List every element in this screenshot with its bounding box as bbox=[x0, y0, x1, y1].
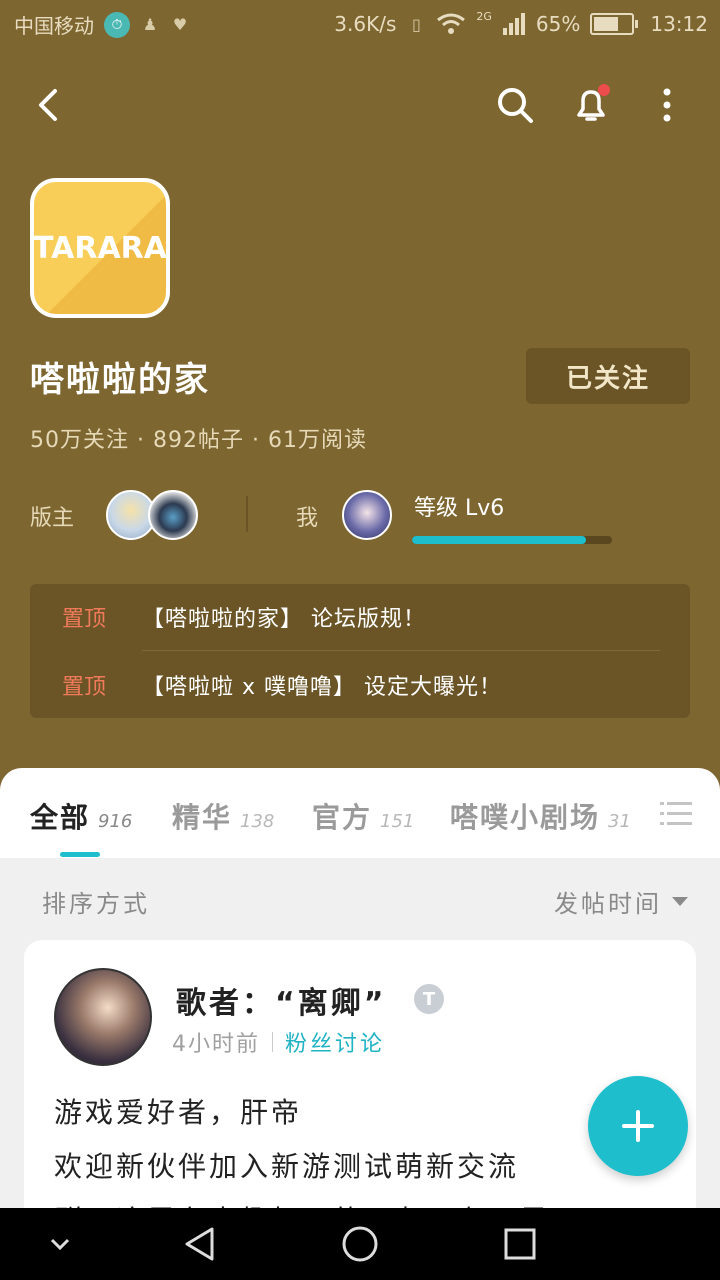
chevron-down-icon bbox=[50, 1238, 70, 1250]
back-button[interactable] bbox=[24, 80, 74, 130]
net-speed: 3.6K/s bbox=[334, 12, 397, 36]
status-bar: 中国移动 ⏱ ♟ ♥ 3.6K/s ▯ 2G 65% 13:12 bbox=[0, 0, 720, 50]
post-meta: 4小时前 粉丝讨论 bbox=[172, 1026, 385, 1058]
timer-icon: ⏱ bbox=[104, 11, 130, 38]
tab-official[interactable]: 官方 151 bbox=[312, 796, 414, 836]
tab-count: 138 bbox=[240, 811, 275, 832]
forum-logo-text: TARARA bbox=[33, 230, 167, 266]
network-type: 2G bbox=[476, 9, 492, 23]
moderator-avatar[interactable] bbox=[148, 490, 198, 540]
tab-count: 31 bbox=[608, 811, 631, 832]
pinned-post[interactable]: 置顶 【嗒啦啦的家】 论坛版规！ bbox=[30, 584, 690, 650]
pinned-tag: 置顶 bbox=[62, 607, 107, 632]
sort-row: 排序方式 发帖时间 bbox=[0, 860, 720, 940]
forum-title: 嗒啦啦的家 bbox=[30, 360, 210, 400]
tab-theater[interactable]: 嗒噗小剧场 31 bbox=[450, 796, 631, 836]
level-progress-bar bbox=[412, 536, 612, 544]
tab-all[interactable]: 全部 916 bbox=[30, 796, 132, 836]
more-button[interactable] bbox=[642, 80, 692, 130]
top-nav bbox=[0, 70, 720, 140]
author-avatar[interactable] bbox=[54, 968, 152, 1066]
level-progress-fill bbox=[412, 536, 586, 544]
tab-label: 全部 bbox=[30, 801, 91, 834]
collapse-nav-button[interactable] bbox=[40, 1224, 80, 1264]
my-avatar[interactable] bbox=[342, 490, 392, 540]
post-time: 4小时前 bbox=[172, 1032, 260, 1057]
pinned-post[interactable]: 置顶 【嗒啦啦 x 噗噜噜】 设定大曝光！ bbox=[30, 652, 690, 718]
battery-icon bbox=[590, 13, 639, 35]
divider bbox=[272, 1032, 273, 1052]
post-body-line: 欢迎新伙伴加入新游测试萌新交流 bbox=[54, 1150, 520, 1183]
plus-icon bbox=[622, 1110, 654, 1142]
forum-stats: 50万关注 · 892帖子 · 61万阅读 bbox=[30, 428, 367, 453]
tab-count: 916 bbox=[98, 811, 133, 832]
new-post-button[interactable] bbox=[588, 1076, 688, 1176]
active-tab-indicator bbox=[60, 852, 100, 857]
tab-label: 嗒噗小剧场 bbox=[450, 801, 601, 834]
user-badge-icon: T bbox=[414, 984, 444, 1014]
badge-text: T bbox=[422, 988, 436, 1010]
post-category[interactable]: 粉丝讨论 bbox=[285, 1026, 385, 1058]
system-navigation-bar bbox=[0, 1208, 720, 1280]
battery-fill bbox=[594, 17, 618, 31]
me-label: 我 bbox=[296, 506, 319, 531]
pinned-posts: 置顶 【嗒啦啦的家】 论坛版规！ 置顶 【嗒啦啦 x 噗噜噜】 设定大曝光！ bbox=[30, 584, 690, 718]
circle-home-icon bbox=[342, 1226, 378, 1262]
battery-percent: 65% bbox=[535, 12, 581, 36]
post-body-line: 游戏爱好者，肝帝 bbox=[54, 1096, 303, 1129]
nav-home-button[interactable] bbox=[340, 1224, 380, 1264]
list-icon bbox=[660, 802, 692, 825]
post-title: 歌者：“离卿” bbox=[176, 986, 387, 1021]
divider bbox=[142, 650, 660, 651]
pinned-post-title: 【嗒啦啦 x 噗噜噜】 设定大曝光！ bbox=[142, 675, 503, 700]
square-recents-icon bbox=[504, 1228, 536, 1260]
sort-label: 排序方式 bbox=[42, 890, 150, 918]
sort-dropdown[interactable]: 发帖时间 bbox=[554, 884, 688, 919]
vibrate-icon: ▯ bbox=[411, 14, 421, 34]
pinned-tag: 置顶 bbox=[62, 675, 107, 700]
tab-count: 151 bbox=[380, 811, 415, 832]
wifi-icon bbox=[437, 13, 466, 34]
pinned-post-title: 【嗒啦啦的家】 论坛版规！ bbox=[142, 607, 426, 632]
clock: 13:12 bbox=[650, 12, 708, 36]
signal-icon bbox=[502, 13, 525, 35]
search-button[interactable] bbox=[490, 80, 540, 130]
notification-button[interactable] bbox=[566, 80, 616, 130]
nav-recents-button[interactable] bbox=[500, 1224, 540, 1264]
tab-list-button[interactable] bbox=[660, 800, 692, 828]
more-vertical-icon bbox=[663, 88, 671, 122]
unread-dot bbox=[598, 84, 610, 96]
tab-featured[interactable]: 精华 138 bbox=[172, 796, 274, 836]
chevron-left-icon bbox=[39, 89, 57, 121]
search-icon bbox=[498, 88, 533, 123]
triangle-back-icon bbox=[185, 1227, 214, 1261]
tab-label: 官方 bbox=[312, 801, 373, 834]
sort-selected-value: 发帖时间 bbox=[554, 890, 662, 918]
follow-button[interactable]: 已关注 bbox=[526, 348, 690, 404]
carrier-label: 中国移动 bbox=[14, 14, 94, 38]
nav-back-button[interactable] bbox=[180, 1224, 220, 1264]
moderator-label: 版主 bbox=[30, 506, 75, 531]
caret-down-icon bbox=[672, 897, 688, 906]
level-text: 等级 Lv6 bbox=[414, 496, 505, 521]
tab-label: 精华 bbox=[172, 801, 233, 834]
divider bbox=[246, 496, 248, 532]
app-notification-icon: ♟ bbox=[142, 15, 158, 34]
heart-notification-icon: ♥ bbox=[172, 15, 188, 34]
forum-logo: TARARA bbox=[30, 178, 170, 318]
